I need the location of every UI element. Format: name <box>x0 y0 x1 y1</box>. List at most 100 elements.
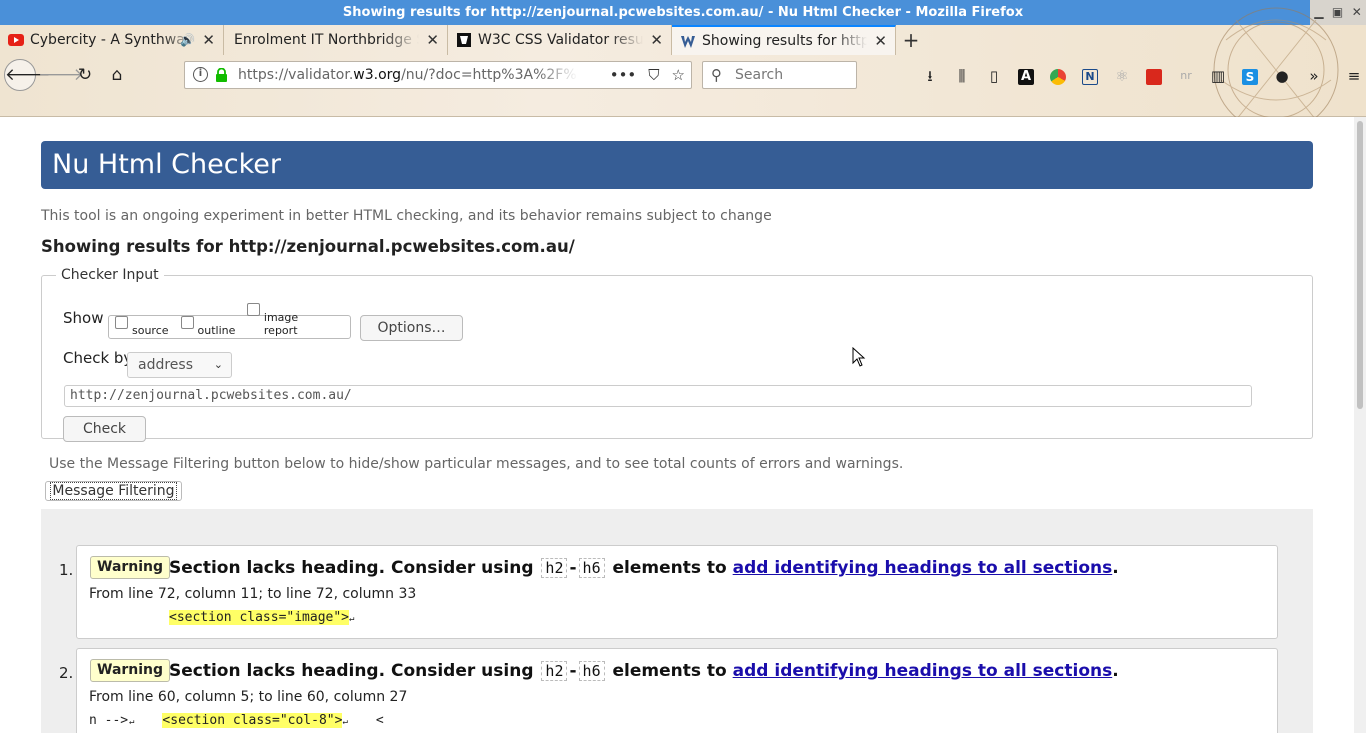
downloads-icon[interactable]: ⭳ <box>914 64 946 88</box>
headings-link[interactable]: add identifying headings to all sections <box>733 558 1113 578</box>
mouse-cursor-icon <box>852 347 866 367</box>
window-title: Showing results for http://zenjournal.pc… <box>342 5 1024 20</box>
sidebar-icon[interactable]: ▯ <box>978 64 1010 88</box>
page-scrollbar[interactable] <box>1354 117 1366 733</box>
home-button[interactable]: ⌂ <box>102 60 132 90</box>
s-extension-icon[interactable]: S <box>1234 64 1266 88</box>
extract-highlight: <section class="image"> <box>169 610 350 625</box>
results-heading: Showing results for http://zenjournal.pc… <box>41 237 575 256</box>
close-tab-icon[interactable]: ✕ <box>202 25 215 55</box>
image-report-checkbox[interactable] <box>247 303 260 316</box>
page-title: Nu Html Checker <box>41 141 1313 189</box>
tab-css-validator[interactable]: W3C CSS Validator results ✕ <box>448 25 672 55</box>
message-item: 2. Warning Section lacks heading. Consid… <box>59 648 1278 733</box>
close-tab-icon[interactable]: ✕ <box>874 27 887 55</box>
code-h2: h2 <box>541 661 568 681</box>
message-location: From line 72, column 11; to line 72, col… <box>89 586 417 602</box>
check-by-label: Check by <box>63 349 133 367</box>
chevron-down-icon: ⌄ <box>213 358 223 371</box>
source-checkbox[interactable] <box>115 316 128 329</box>
message-extract: n -->↵ <section class="col-8">↵ < <box>89 713 384 728</box>
nu-checker-icon <box>681 36 695 48</box>
message-number: 1. <box>59 561 74 579</box>
overflow-menu-icon[interactable]: » <box>1298 64 1330 88</box>
filter-info-text: Use the Message Filtering button below t… <box>49 456 904 472</box>
url-actions: ••• ⛉ ☆ <box>610 62 685 88</box>
chrome-extension-icon[interactable] <box>1042 64 1074 88</box>
red-extension-icon[interactable] <box>1138 64 1170 88</box>
show-options: source outline image report <box>108 303 351 339</box>
return-icon: ↵ <box>349 614 355 624</box>
search-box[interactable]: ⚲ Search <box>702 61 857 89</box>
return-icon: ↵ <box>342 717 348 727</box>
results-panel: 1. Warning Section lacks heading. Consid… <box>41 509 1313 733</box>
message-filtering-button[interactable]: Message Filtering <box>45 481 182 501</box>
hamburger-menu-icon[interactable]: ≡ <box>1338 64 1366 88</box>
message-text: Section lacks heading. Consider using h2… <box>169 661 1119 681</box>
intro-text: This tool is an ongoing experiment in be… <box>41 208 772 224</box>
lock-icon[interactable] <box>215 68 228 82</box>
url-text[interactable]: https://validator.w3.org/nu/?doc=http%3A… <box>238 62 578 88</box>
code-h6: h6 <box>578 661 605 681</box>
bookmark-star-icon[interactable]: ☆ <box>672 62 685 88</box>
speaker-icon[interactable]: 🔊 <box>180 25 195 55</box>
options-button[interactable]: Options… <box>360 315 463 341</box>
browser-chrome: Cybercity - A Synthwave 🔊 ✕ Enrolment IT… <box>0 7 1366 117</box>
pocket-icon[interactable]: ⛉ <box>648 62 659 88</box>
n-extension-icon[interactable]: N <box>1074 64 1106 88</box>
tab-strip: Cybercity - A Synthwave 🔊 ✕ Enrolment IT… <box>0 25 926 55</box>
forward-button[interactable]: 🡒 <box>38 60 84 90</box>
tab-label: Showing results for http: <box>702 33 867 49</box>
checker-input-fieldset: Checker Input Show source outline image … <box>41 267 1313 442</box>
url-bar[interactable]: i https://validator.w3.org/nu/?doc=http%… <box>184 61 692 89</box>
font-extension-icon[interactable]: A <box>1010 64 1042 88</box>
close-tab-icon[interactable]: ✕ <box>426 25 439 55</box>
account-icon[interactable]: ● <box>1266 64 1298 88</box>
back-button[interactable]: 🡐 <box>4 59 51 91</box>
extract-highlight: <section class="col-8"> <box>162 713 343 728</box>
code-h2: h2 <box>541 558 568 578</box>
page-actions-icon[interactable]: ••• <box>610 62 637 88</box>
tab-label: Cybercity - A Synthwave <box>30 32 195 48</box>
option-source[interactable]: source <box>115 316 169 337</box>
message-number: 2. <box>59 664 74 682</box>
option-image-report[interactable]: image report <box>247 303 332 337</box>
message-text: Section lacks heading. Consider using h2… <box>169 558 1119 578</box>
page-content: Nu Html Checker This tool is an ongoing … <box>0 117 1354 733</box>
document-url-input[interactable]: http://zenjournal.pcwebsites.com.au/ <box>64 385 1252 407</box>
scrollbar-thumb[interactable] <box>1357 121 1363 409</box>
youtube-icon <box>8 34 24 46</box>
tab-label: Enrolment IT Northbridge Se <box>234 32 419 48</box>
rf-extension-icon[interactable]: nr <box>1170 64 1202 88</box>
reload-button[interactable]: ↻ <box>70 60 100 90</box>
navigation-toolbar: 🡐 🡒 ↻ ⌂ i https://validator.w3.org/nu/?d… <box>0 58 1366 94</box>
new-tab-button[interactable]: + <box>896 25 926 55</box>
headings-link[interactable]: add identifying headings to all sections <box>733 661 1113 681</box>
tab-label: W3C CSS Validator results <box>478 32 643 48</box>
library-icon[interactable]: ⫼ <box>946 64 978 88</box>
outline-checkbox[interactable] <box>180 316 194 329</box>
search-icon: ⚲ <box>711 66 722 84</box>
toolbar-icons: ⭳ ⫼ ▯ A N ⚛ nr ▥ S ● » ≡ <box>914 64 1366 88</box>
show-label: Show <box>63 309 104 327</box>
message-item: 1. Warning Section lacks heading. Consid… <box>59 545 1278 639</box>
checker-legend: Checker Input <box>61 267 159 283</box>
tab-nu-checker[interactable]: Showing results for http: ✕ <box>672 25 896 55</box>
w3c-icon <box>457 33 471 47</box>
tab-cybercity[interactable]: Cybercity - A Synthwave 🔊 ✕ <box>0 25 224 55</box>
warning-badge: Warning <box>90 556 171 579</box>
warning-badge: Warning <box>90 659 171 682</box>
search-placeholder: Search <box>735 67 784 83</box>
tab-enrolment[interactable]: Enrolment IT Northbridge Se ✕ <box>224 25 448 55</box>
info-icon[interactable]: i <box>193 67 208 82</box>
message-extract: <section class="image">↵ <box>89 610 354 625</box>
close-tab-icon[interactable]: ✕ <box>650 25 663 55</box>
check-button[interactable]: Check <box>63 416 146 442</box>
message-location: From line 60, column 5; to line 60, colu… <box>89 689 408 705</box>
option-outline[interactable]: outline <box>180 316 235 337</box>
return-icon: ↵ <box>129 717 135 727</box>
code-h6: h6 <box>578 558 605 578</box>
check-by-select[interactable]: address ⌄ <box>127 352 232 378</box>
react-extension-icon[interactable]: ⚛ <box>1106 64 1138 88</box>
barcode-extension-icon[interactable]: ▥ <box>1202 64 1234 88</box>
